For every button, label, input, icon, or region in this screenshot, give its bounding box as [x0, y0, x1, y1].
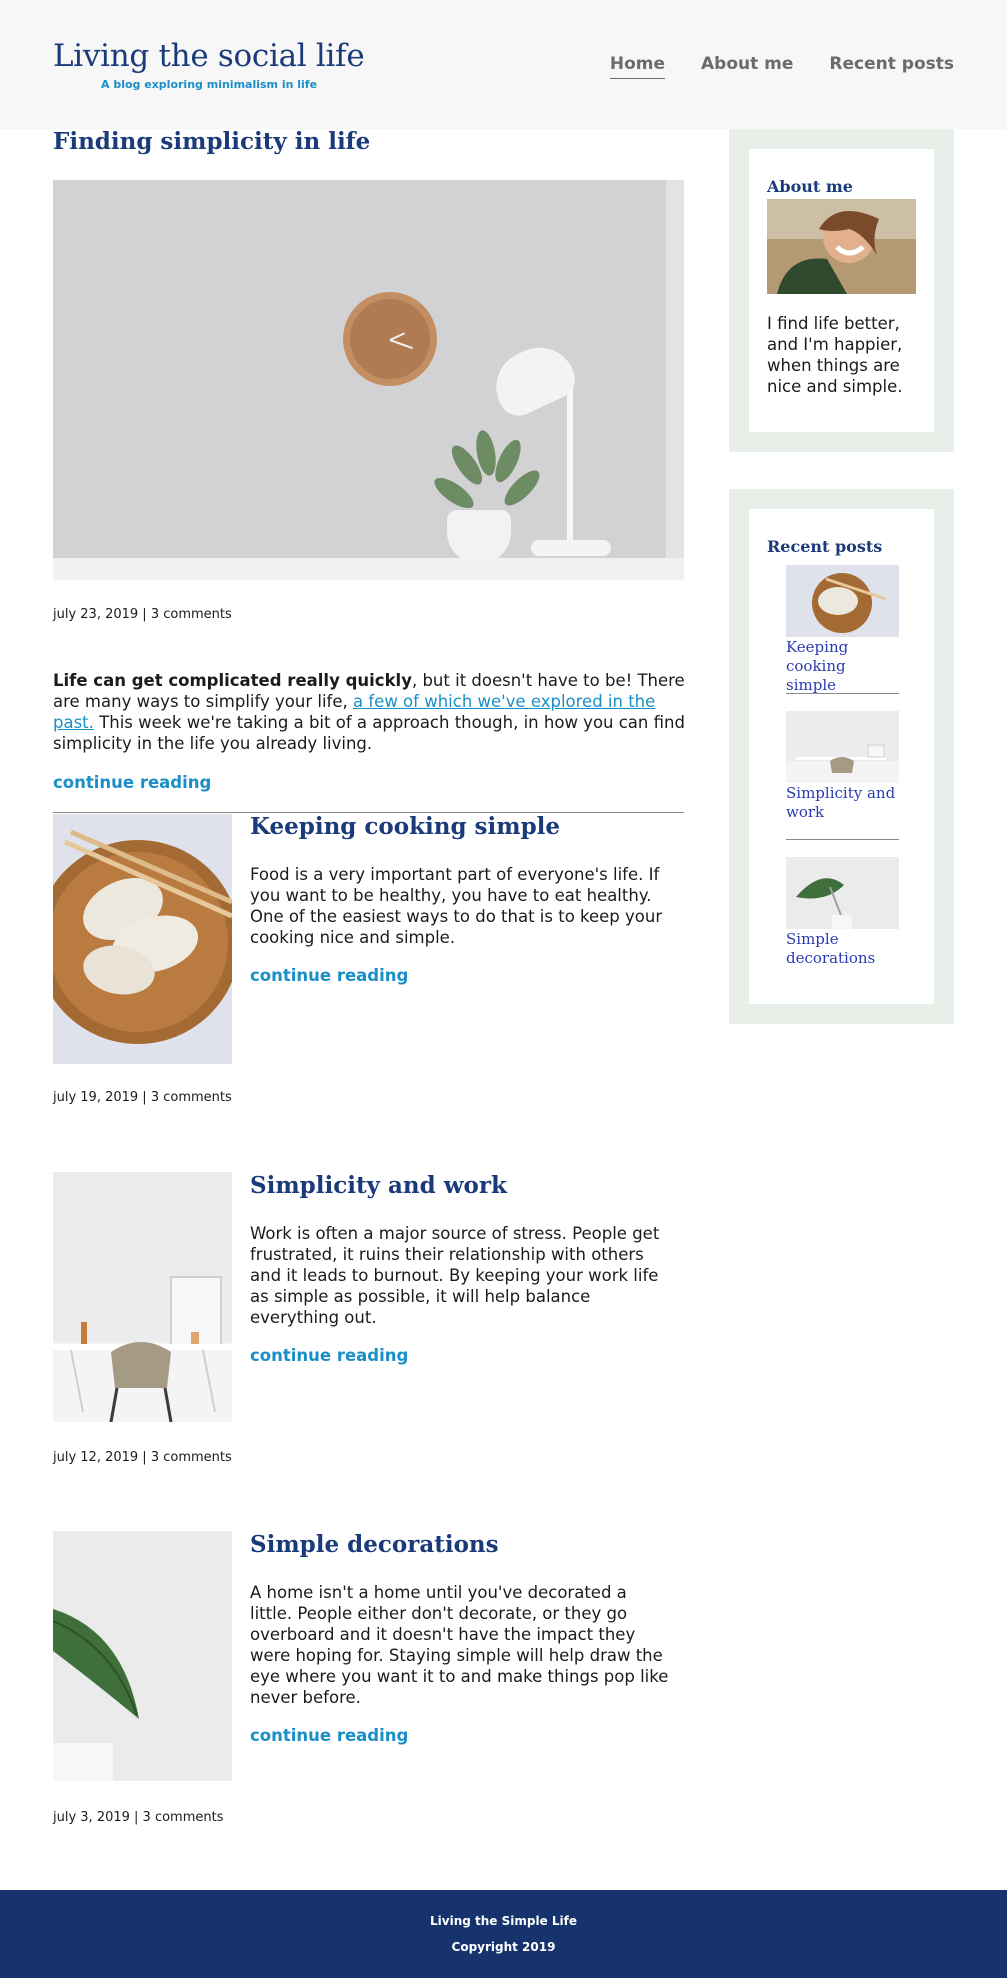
recent-posts-title: Recent posts	[767, 537, 883, 556]
portrait-illustration	[767, 199, 916, 294]
recent-post-label: Simplicity and work	[786, 784, 896, 821]
desk-chair-illustration	[786, 744, 899, 783]
clock-hand	[389, 339, 413, 350]
site-tagline: A blog exploring minimalism in life	[101, 78, 318, 91]
plant-leaf-illustration	[796, 878, 852, 929]
brand[interactable]: Living the social life A blog exploring …	[53, 38, 365, 91]
about-me-widget: About me I find life better, and I'm hap…	[729, 129, 954, 452]
featured-post-intro: Life can get complicated really quickly,…	[53, 670, 693, 754]
post-thumbnail[interactable]	[53, 1172, 232, 1422]
nav-home[interactable]: Home	[609, 54, 665, 79]
post-title[interactable]: Simplicity and work	[250, 1172, 507, 1199]
about-me-title: About me	[767, 177, 853, 196]
recent-posts-widget: Recent posts Keeping cooking simple Simp…	[729, 489, 954, 1024]
clock-hand	[389, 332, 405, 341]
site-header: Living the social life A blog exploring …	[0, 0, 1007, 129]
main-nav: Home About me Recent posts	[609, 54, 954, 79]
continue-reading-link[interactable]: continue reading	[250, 1346, 408, 1365]
post-meta: july 3, 2019 | 3 comments	[53, 1810, 224, 1825]
intro-text: This week we're taking a bit of a approa…	[53, 713, 685, 753]
post-excerpt: A home isn't a home until you've decorat…	[250, 1583, 669, 1707]
post-thumbnail[interactable]	[53, 814, 232, 1064]
divider	[786, 693, 899, 694]
recent-posts-card: Recent posts Keeping cooking simple Simp…	[749, 509, 934, 1004]
plant-pot	[447, 510, 511, 564]
dumplings-illustration	[53, 829, 232, 1044]
continue-reading-link[interactable]: continue reading	[53, 773, 211, 792]
footer-site-name: Living the Simple Life	[430, 1914, 577, 1928]
post-meta: july 19, 2019 | 3 comments	[53, 1090, 232, 1105]
recent-post-label: Keeping cooking simple	[786, 638, 849, 694]
post-thumbnail[interactable]	[53, 1531, 232, 1781]
about-me-text: I find life better, and I'm happier, whe…	[767, 314, 903, 396]
lamp-pole	[567, 370, 573, 546]
divider	[786, 839, 899, 840]
continue-reading-link[interactable]: continue reading	[250, 966, 408, 985]
dumplings-illustration	[812, 573, 887, 633]
continue-reading-link[interactable]: continue reading	[250, 1726, 408, 1745]
lamp-base	[531, 540, 611, 556]
intro-bold: Life can get complicated really quickly	[53, 671, 412, 690]
clock-face	[350, 299, 430, 379]
nav-about-me[interactable]: About me	[701, 54, 793, 79]
post-meta: july 12, 2019 | 3 comments	[53, 1450, 232, 1465]
featured-post-image	[53, 180, 684, 580]
recent-post-thumbnail	[786, 565, 899, 637]
footer-copyright: Copyright 2019	[451, 1940, 556, 1954]
recent-post-label: Simple decorations	[786, 930, 876, 967]
wall-clock-illustration	[343, 292, 437, 386]
recent-post-link[interactable]: Keeping cooking simple	[786, 565, 899, 695]
wall-edge	[666, 180, 684, 580]
desk-chair-illustration	[53, 1276, 232, 1422]
plant-leaf-illustration	[53, 1609, 139, 1781]
recent-post-link[interactable]: Simple decorations	[786, 857, 899, 968]
featured-post-title[interactable]: Finding simplicity in life	[53, 128, 370, 155]
site-footer: Living the Simple Life Copyright 2019	[0, 1890, 1007, 1978]
about-me-card: About me I find life better, and I'm hap…	[749, 149, 934, 432]
post-title[interactable]: Keeping cooking simple	[250, 813, 560, 840]
recent-post-thumbnail	[786, 711, 899, 783]
featured-post-meta: july 23, 2019 | 3 comments	[53, 607, 232, 622]
post-excerpt: Work is often a major source of stress. …	[250, 1224, 660, 1327]
recent-post-link[interactable]: Simplicity and work	[786, 711, 899, 822]
recent-post-thumbnail	[786, 857, 899, 929]
post-title[interactable]: Simple decorations	[250, 1531, 499, 1558]
about-me-photo	[767, 199, 916, 294]
desk	[53, 558, 684, 580]
post-excerpt: Food is a very important part of everyon…	[250, 865, 663, 947]
site-title[interactable]: Living the social life	[53, 38, 365, 74]
nav-recent-posts[interactable]: Recent posts	[829, 54, 954, 79]
